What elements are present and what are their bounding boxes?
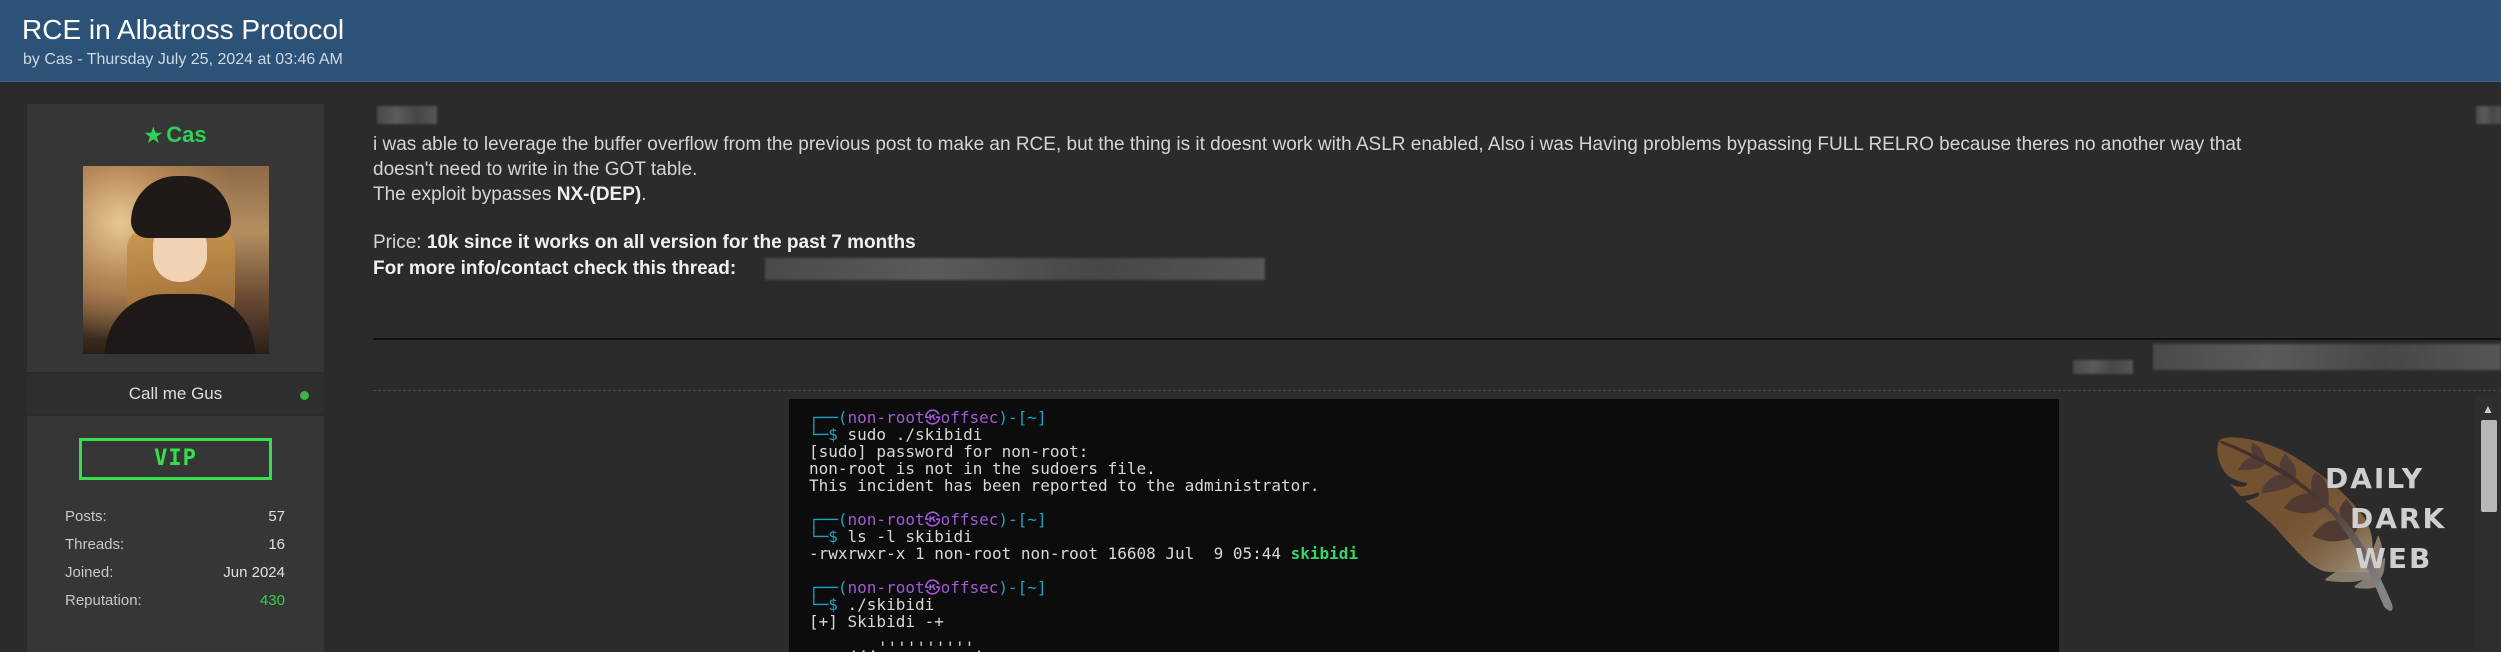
terminal-output: [+] Skibidi -+ [809, 612, 944, 631]
post-line: The exploit bypasses NX-(DEP). [373, 184, 647, 205]
signature-divider [373, 338, 2501, 340]
scrollbar-thumb[interactable] [2481, 420, 2497, 512]
post-line: doesn't need to write in the GOT table. [373, 159, 698, 180]
stat-reputation: Reputation: 430 [65, 592, 285, 609]
post-line: i was able to leverage the buffer overfl… [373, 134, 2242, 155]
terminal-command: └─$ ls -l skibidi [809, 527, 973, 546]
username-link[interactable]: ★ Cas [27, 122, 324, 148]
watermark: 🪶 DAILY DARK WEB [2205, 434, 2444, 652]
custom-title: Call me Gus [27, 374, 324, 414]
rank-badge: VIP [79, 438, 272, 480]
terminal-command: └─$ ./skibidi [809, 595, 935, 614]
terminal-output: [sudo] password for non-root: [809, 442, 1089, 461]
custom-title-text: Call me Gus [128, 384, 223, 403]
terminal-prompt: ┌──(non-root㉿offsec)-[~] [809, 578, 1047, 597]
terminal-command: └─$ sudo ./skibidi [809, 425, 983, 444]
thread-header: RCE in Albatross Protocol by Cas - Thurs… [0, 0, 2501, 82]
redacted-block [377, 106, 437, 124]
online-status-dot [300, 391, 309, 400]
thread-title: RCE in Albatross Protocol [22, 14, 345, 45]
user-stats: VIP Posts: 57 Threads: 16 Joined: Jun 20… [27, 416, 324, 652]
terminal-prompt: ┌──(non-root㉿offsec)-[~] [809, 408, 1047, 427]
terminal-output: -rwxrwxr-x 1 non-root non-root 16608 Jul… [809, 544, 1359, 563]
user-card: ★ Cas [27, 104, 324, 372]
terminal-output: This incident has been reported to the a… [809, 476, 1320, 495]
avatar[interactable] [83, 166, 269, 354]
thread-byline: by Cas - Thursday July 25, 2024 at 03:46… [23, 51, 343, 68]
redacted-block [2476, 106, 2501, 124]
scroll-up-icon[interactable]: ▲ [2482, 402, 2494, 416]
stat-joined: Joined: Jun 2024 [65, 564, 285, 581]
redacted-thread-link[interactable] [765, 258, 1265, 280]
price-line: Price: 10k since it works on all version… [373, 232, 916, 253]
author-sidebar: ★ Cas Call me Gus VIP Posts: 57 Threads: … [27, 104, 324, 652]
dashed-divider [373, 390, 2501, 391]
watermark-text: DARK [2350, 502, 2447, 535]
watermark-text: DAILY [2325, 462, 2425, 495]
star-icon: ★ [144, 125, 163, 147]
stat-threads: Threads: 16 [65, 536, 285, 553]
watermark-text: WEB [2355, 542, 2433, 575]
terminal-output: non-root is not in the sudoers file. [809, 459, 1156, 478]
redacted-signature [2153, 344, 2501, 370]
username: Cas [166, 122, 207, 147]
terminal-prompt: ┌──(non-root㉿offsec)-[~] [809, 510, 1047, 529]
post-content: i was able to leverage the buffer overfl… [373, 104, 2501, 652]
stat-posts: Posts: 57 [65, 508, 285, 525]
terminal-output: .,,''''''''''. [849, 638, 984, 652]
post-body: i was able to leverage the buffer overfl… [373, 132, 2453, 207]
redacted-signature [2073, 360, 2133, 374]
terminal-screenshot: ┌──(non-root㉿offsec)-[~] └─$ sudo ./skib… [789, 399, 2059, 652]
